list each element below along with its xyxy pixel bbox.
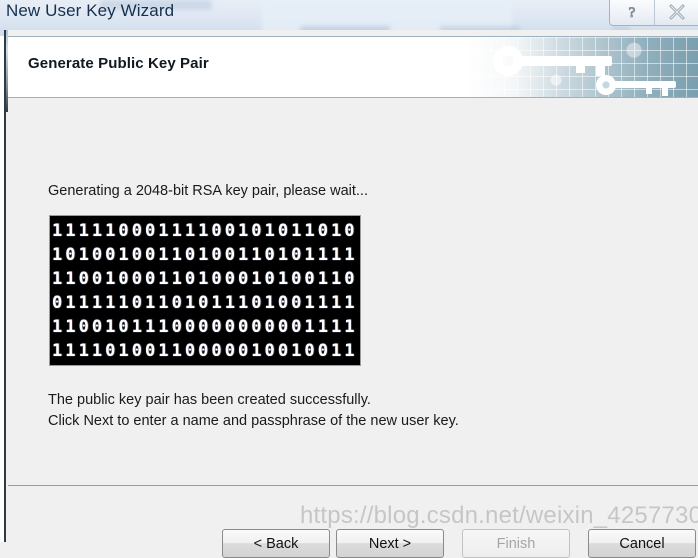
result-line-success: The public key pair has been created suc… [48,392,371,408]
key-bits-row: 01111101101011101001111 [52,293,358,313]
banner-fade [400,37,698,97]
page-title: Generate Public Key Pair [28,55,209,72]
result-line-instruction: Click Next to enter a name and passphras… [48,413,459,429]
key-bits-row: 11111000111100101011010 [52,221,358,241]
help-button[interactable]: ? [610,0,654,25]
close-icon [667,2,687,22]
result-message: The public key pair has been created suc… [48,390,459,432]
close-button[interactable] [654,0,698,25]
wizard-dialog: Generate Public Key Pair Generating a 20… [4,30,698,558]
key-bits-display: 11111000111100101011010 1010010011010011… [49,215,361,366]
wizard-content: Generating a 2048-bit RSA key pair, plea… [8,98,698,485]
question-mark-icon: ? [624,3,640,22]
key-bits-row: 11110100110000010010011 [52,341,358,361]
key-bits-row: 11001011100000000001111 [52,317,358,337]
next-button[interactable]: Next > [336,529,444,558]
window-controls: ? [609,0,698,26]
finish-button: Finish [462,529,570,558]
screen: New User Key Wizard ? Generate Public Ke… [0,0,698,558]
wizard-banner: Generate Public Key Pair [8,36,698,98]
status-text: Generating a 2048-bit RSA key pair, plea… [48,183,368,199]
banner-artwork [400,37,698,97]
wizard-footer: < Back Next > Finish Cancel [8,486,698,558]
window-title: New User Key Wizard [6,1,175,20]
back-button[interactable]: < Back [222,529,330,558]
key-bits-row: 10100100110100110101111 [52,245,358,265]
cancel-button[interactable]: Cancel [588,529,696,558]
svg-text:?: ? [629,5,636,21]
key-bits-row: 11001000110100010100110 [52,269,358,289]
